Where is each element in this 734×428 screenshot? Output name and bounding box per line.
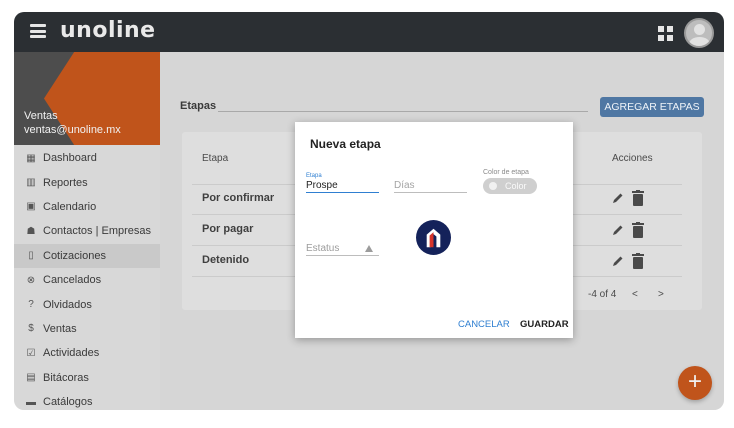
app-logo[interactable]: unoline bbox=[60, 18, 156, 43]
document-icon: ▯ bbox=[28, 250, 34, 262]
save-button[interactable]: GUARDAR bbox=[520, 319, 569, 330]
pagination-next-button[interactable]: > bbox=[658, 289, 664, 300]
dialog-title: Nueva etapa bbox=[310, 137, 381, 151]
delete-trash-icon[interactable] bbox=[632, 190, 644, 206]
sidebar-item-label: Reportes bbox=[43, 176, 88, 189]
sidebar-item-label: Contactos | Empresas bbox=[43, 225, 152, 238]
dias-input[interactable] bbox=[394, 178, 467, 193]
sidebar-item-cancelados[interactable]: ⊗ Cancelados bbox=[14, 268, 160, 292]
hamburger-menu-icon[interactable] bbox=[30, 24, 46, 38]
add-fab-button[interactable]: + bbox=[678, 366, 712, 400]
row-actions bbox=[612, 253, 648, 269]
sidebar-item-label: Cancelados bbox=[43, 274, 102, 287]
sidebar-item-label: Cotizaciones bbox=[43, 249, 106, 262]
sidebar-item-label: Olvidados bbox=[43, 298, 92, 311]
color-picker-button[interactable]: Color bbox=[483, 178, 537, 194]
column-header-etapa: Etapa bbox=[202, 153, 229, 164]
estatus-select[interactable]: Estatus bbox=[306, 241, 379, 256]
new-stage-dialog: Nueva etapa Etapa Color de etapa Color E… bbox=[295, 122, 573, 338]
edit-pencil-icon[interactable] bbox=[612, 192, 624, 204]
sidebar-item-calendario[interactable]: ▣ Calendario bbox=[14, 195, 160, 219]
sidebar-item-label: Calendario bbox=[43, 200, 97, 213]
sidebar-menu: ▦ Dashboard ▥ Reportes ▣ Calendario ☗ Contactos… bbox=[14, 146, 160, 410]
user-email: ventas@unoline.mx bbox=[24, 124, 121, 136]
table-row-etapa: Por confirmar bbox=[202, 192, 275, 204]
sidebar-item-catalogos[interactable]: ▬ Catálogos bbox=[14, 390, 160, 410]
add-stages-button[interactable]: AGREGAR ETAPAS bbox=[600, 97, 704, 117]
sidebar-item-bitacoras[interactable]: ▤ Bitácoras bbox=[14, 366, 160, 390]
contacts-icon: ☗ bbox=[26, 225, 36, 237]
color-button-label: Color bbox=[505, 181, 527, 191]
delete-trash-icon[interactable] bbox=[632, 253, 644, 269]
question-icon: ? bbox=[28, 299, 34, 311]
table-row-etapa: Detenido bbox=[202, 254, 250, 266]
pagination-prev-button[interactable]: < bbox=[632, 289, 638, 300]
edit-pencil-icon[interactable] bbox=[612, 224, 624, 236]
pagination-info: -4 of 4 bbox=[588, 289, 617, 300]
top-bar: unoline bbox=[14, 12, 724, 52]
dashboard-icon: ▦ bbox=[26, 152, 36, 164]
dollar-icon: $ bbox=[28, 323, 34, 335]
folder-icon: ▬ bbox=[26, 396, 36, 408]
sidebar-item-cotizaciones[interactable]: ▯ Cotizaciones bbox=[14, 243, 160, 268]
profile-header: Ventas ventas@unoline.mx bbox=[14, 52, 160, 145]
checkbox-icon: ☑ bbox=[26, 347, 36, 359]
table-row-etapa: Por pagar bbox=[202, 223, 254, 235]
cancel-circle-icon: ⊗ bbox=[26, 274, 36, 286]
unoline-brand-logo-icon bbox=[416, 220, 451, 255]
sidebar: Ventas ventas@unoline.mx ▦ Dashboard ▥ Repo… bbox=[14, 52, 160, 410]
estatus-placeholder: Estatus bbox=[306, 243, 340, 254]
apps-grid-icon[interactable] bbox=[658, 26, 673, 41]
row-actions bbox=[612, 190, 648, 206]
sidebar-item-reportes[interactable]: ▥ Reportes bbox=[14, 170, 160, 194]
bar-chart-icon: ▥ bbox=[26, 177, 36, 189]
section-title: Etapas bbox=[180, 100, 217, 112]
user-name: Ventas bbox=[24, 110, 58, 122]
dropdown-arrow-icon bbox=[365, 245, 373, 252]
cancel-button[interactable]: CANCELAR bbox=[458, 319, 510, 330]
sidebar-item-label: Ventas bbox=[43, 322, 77, 335]
sidebar-item-label: Catálogos bbox=[43, 396, 93, 409]
sidebar-item-label: Bitácoras bbox=[43, 371, 89, 384]
palette-icon bbox=[489, 182, 497, 190]
etapa-input[interactable] bbox=[306, 178, 379, 193]
delete-trash-icon[interactable] bbox=[632, 222, 644, 238]
sidebar-item-label: Dashboard bbox=[43, 152, 97, 165]
sidebar-item-actividades[interactable]: ☑ Actividades bbox=[14, 341, 160, 365]
color-field-label: Color de etapa bbox=[483, 169, 529, 176]
sidebar-item-label: Actividades bbox=[43, 347, 100, 360]
row-actions bbox=[612, 222, 648, 238]
column-header-acciones: Acciones bbox=[612, 153, 653, 164]
sidebar-item-olvidados[interactable]: ? Olvidados bbox=[14, 292, 160, 316]
calendar-icon: ▣ bbox=[26, 201, 36, 213]
sidebar-item-ventas[interactable]: $ Ventas bbox=[14, 317, 160, 341]
clipboard-icon: ▤ bbox=[26, 372, 36, 384]
edit-pencil-icon[interactable] bbox=[612, 255, 624, 267]
section-divider bbox=[218, 111, 588, 112]
user-avatar-icon[interactable] bbox=[684, 18, 714, 48]
sidebar-item-contactos[interactable]: ☗ Contactos | Empresas bbox=[14, 219, 160, 243]
sidebar-item-dashboard[interactable]: ▦ Dashboard bbox=[14, 146, 160, 170]
